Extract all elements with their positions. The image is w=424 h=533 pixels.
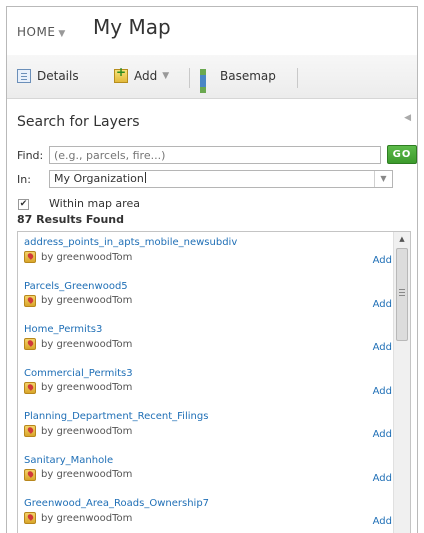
feature-layer-icon [24,338,36,350]
add-layer-link[interactable]: Add [373,255,392,266]
within-map-area-label: Within map area [49,197,140,210]
layer-owner: by greenwoodTom [24,338,132,350]
owner-label: by greenwoodTom [41,382,133,393]
add-label: Add [134,69,158,83]
layer-name-link[interactable]: Sanitary_Manhole [24,455,113,466]
details-label: Details [37,69,79,83]
results-list: address_points_in_apts_mobile_newsubdivb… [17,231,411,533]
layer-name-link[interactable]: Home_Permits3 [24,324,102,335]
basemap-grid-icon [200,69,214,93]
feature-layer-icon [24,381,36,394]
owner-label: by greenwoodTom [41,469,133,480]
page-title: My Map [93,15,171,39]
collapse-panel-icon[interactable]: ◀ [404,113,411,123]
layer-owner: by greenwoodTom [24,425,132,437]
in-label: In: [17,173,31,186]
add-layer-link[interactable]: Add [373,516,392,527]
layer-name-link[interactable]: Parcels_Greenwood5 [24,281,128,292]
layer-name-link[interactable]: Greenwood_Area_Roads_Ownership7 [24,498,209,509]
basemap-button[interactable]: Basemap [200,69,276,93]
add-layer-link[interactable]: Add [373,342,392,353]
feature-layer-icon [24,425,36,437]
owner-label: by greenwoodTom [41,295,133,306]
results-scrollbar[interactable]: ▲ [393,232,410,533]
list-item: Greenwood_Area_Roads_Ownership7by greenw… [18,493,394,533]
feature-layer-icon [24,251,36,263]
layer-owner: by greenwoodTom [24,468,133,481]
details-button[interactable]: Details [17,69,79,83]
chevron-down-icon[interactable]: ▼ [374,171,392,187]
chevron-down-icon: ▼ [162,71,170,81]
list-item: Commercial_Permits3by greenwoodTom Add [18,363,394,407]
results-count: 87 Results Found [17,213,125,226]
add-layer-link[interactable]: Add [373,299,392,310]
owner-label: by greenwoodTom [41,512,133,524]
panel-title: Search for Layers [17,114,140,130]
map-viewer-panel: HOME▼ My Map Details Add ▼ Basemap Searc… [6,6,418,533]
layer-name-link[interactable]: Planning_Department_Recent_Filings [24,411,208,422]
map-toolbar: Details Add ▼ Basemap [7,55,417,99]
feature-layer-icon [24,512,36,524]
map-header: HOME ▼ My Map [7,7,417,55]
feature-layer-icon [24,468,36,481]
scrollbar-thumb[interactable] [396,248,408,341]
scope-select[interactable]: My Organization ▼ [49,170,393,188]
list-item: address_points_in_apts_mobile_newsubdivb… [18,232,394,276]
list-item: Sanitary_Manholeby greenwoodTom Add [18,450,394,494]
add-layer-link[interactable]: Add [373,473,392,484]
grip-icon [399,289,405,296]
layer-name-link[interactable]: Commercial_Permits3 [24,368,133,379]
find-input[interactable] [49,146,381,164]
add-button[interactable]: Add ▼ [114,65,170,83]
layer-owner: by greenwoodTom [24,381,133,394]
home-menu[interactable]: HOME ▼ [17,25,66,39]
text-cursor [144,172,146,183]
scroll-up-icon[interactable]: ▲ [394,232,410,246]
search-layers-panel: Search for Layers ◀ Find: GO In: My Orga… [7,99,417,533]
layer-owner: by greenwoodTom [24,251,132,263]
scope-value: My Organization [54,172,144,185]
basemap-label: Basemap [220,69,276,83]
list-item: Planning_Department_Recent_Filingsby gre… [18,406,394,450]
results-items: address_points_in_apts_mobile_newsubdivb… [18,232,394,533]
feature-layer-icon [24,294,36,307]
within-map-area-checkbox[interactable]: ✔ [18,199,29,210]
details-icon [17,69,31,83]
go-button[interactable]: GO [387,145,417,164]
add-layer-icon [114,65,128,83]
home-label: HOME [17,25,56,39]
toolbar-divider [189,68,190,88]
layer-name-link[interactable]: address_points_in_apts_mobile_newsubdiv [24,237,237,248]
add-layer-link[interactable]: Add [373,429,392,440]
add-layer-link[interactable]: Add [373,386,392,397]
owner-label: by greenwoodTom [41,338,133,350]
list-item: Home_Permits3by greenwoodTom Add [18,319,394,363]
chevron-down-icon: ▼ [58,29,66,39]
find-label: Find: [17,149,44,162]
owner-label: by greenwoodTom [41,251,133,263]
list-item: Parcels_Greenwood5by greenwoodTom Add [18,276,394,320]
layer-owner: by greenwoodTom [24,512,132,524]
layer-owner: by greenwoodTom [24,294,133,307]
toolbar-divider [297,68,298,88]
owner-label: by greenwoodTom [41,425,133,437]
